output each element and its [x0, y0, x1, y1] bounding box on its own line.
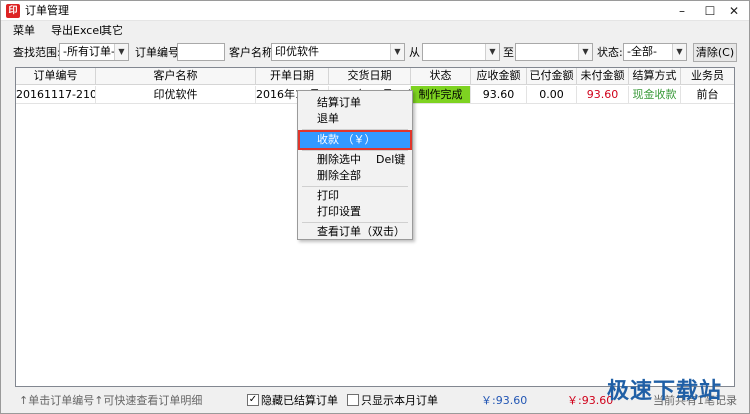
this-month-label[interactable]: 只显示本月订单 [361, 394, 438, 408]
column-header[interactable]: 状态 [411, 68, 471, 85]
chevron-down-icon[interactable]: ▼ [672, 44, 686, 60]
menu-item-print[interactable]: 打印 [300, 188, 410, 204]
receivable-cell[interactable]: 93.60 [471, 86, 527, 104]
menu-separator [302, 222, 408, 223]
customer-cell[interactable]: 印优软件 [96, 86, 256, 104]
context-menu: 结算订单 退单 收款 （￥） 删除选中 Del键 删除全部 打印 打印设置 查看… [297, 90, 413, 240]
close-button[interactable]: ✕ [719, 1, 749, 21]
scope-select-value: -所有订单- [63, 45, 115, 58]
paid-cell[interactable]: 0.00 [527, 86, 577, 104]
total-receivable: ￥:93.60 [481, 394, 528, 407]
status-cell[interactable]: 制作完成 [411, 86, 471, 104]
hide-settled-label[interactable]: 隐藏已结算订单 [261, 394, 338, 408]
to-label: 至 [503, 46, 514, 59]
shortcut-label: Del键 [376, 153, 406, 166]
this-month-checkbox[interactable] [347, 394, 359, 406]
minimize-button[interactable]: – [667, 1, 697, 21]
watermark-logo: 极速下载站 [607, 379, 723, 404]
menu-item-menu[interactable]: 菜单 [13, 24, 35, 38]
column-header[interactable]: 业务员 [681, 68, 734, 85]
order-no-cell[interactable]: 20161117-210 [16, 86, 96, 104]
app-icon: 印 [6, 4, 20, 18]
chevron-down-icon[interactable]: ▼ [578, 44, 592, 60]
customer-select[interactable]: 印优软件 ▼ [271, 43, 405, 61]
column-header[interactable]: 应收金额 [471, 68, 527, 85]
table-header: 订单编号 客户名称 开单日期 交货日期 状态 应收金额 已付金额 未付金额 结算… [16, 68, 734, 85]
order-no-input[interactable] [177, 43, 225, 61]
chevron-down-icon[interactable]: ▼ [485, 44, 499, 60]
hint-text: ↑单击订单编号↑可快速查看订单明细 [19, 394, 203, 407]
column-header[interactable]: 交货日期 [329, 68, 411, 85]
status-label: 状态: [597, 46, 623, 59]
menu-item-other[interactable]: 其它 [101, 24, 123, 38]
menu-item-export-excel[interactable]: 导出Excel [51, 24, 102, 38]
menu-item-cancel-order[interactable]: 退单 [300, 111, 410, 127]
scope-label: 查找范围: [13, 46, 61, 59]
customer-label: 客户名称: [229, 46, 277, 59]
unpaid-cell[interactable]: 93.60 [577, 86, 629, 104]
salesperson-cell[interactable]: 前台 [681, 86, 734, 104]
chevron-down-icon[interactable]: ▼ [390, 44, 404, 60]
column-header[interactable]: 客户名称 [96, 68, 256, 85]
title-bar: 印 订单管理 – ☐ ✕ [1, 1, 749, 21]
column-header[interactable]: 订单编号 [16, 68, 96, 85]
menu-item-delete-selected[interactable]: 删除选中 Del键 [300, 152, 410, 168]
order-no-label: 订单编号: [135, 46, 183, 59]
order-management-window: 印 订单管理 – ☐ ✕ 菜单 导出Excel 其它 查找范围: -所有订单- … [0, 0, 750, 414]
menu-item-receive-payment[interactable]: 收款 （￥） [298, 130, 412, 150]
filter-toolbar: 查找范围: -所有订单- ▼ 订单编号: 客户名称: 印优软件 ▼ 从 ▼ 至 … [1, 41, 749, 65]
from-date-picker[interactable]: ▼ [422, 43, 500, 61]
menu-item-label: 删除选中 [317, 153, 361, 166]
hide-settled-checkbox[interactable]: ✓ [247, 394, 259, 406]
column-header[interactable]: 已付金额 [527, 68, 577, 85]
window-title: 订单管理 [25, 4, 69, 17]
column-header[interactable]: 开单日期 [256, 68, 329, 85]
menu-item-print-settings[interactable]: 打印设置 [300, 204, 410, 220]
menu-separator [302, 186, 408, 187]
settlement-cell[interactable]: 现金收款 [629, 86, 681, 104]
menu-item-view-order[interactable]: 查看订单（双击） [300, 224, 410, 240]
clear-button[interactable]: 清除(C) [693, 43, 737, 62]
menu-bar: 菜单 导出Excel 其它 [1, 21, 749, 41]
column-header[interactable]: 结算方式 [629, 68, 681, 85]
status-select-value: -全部- [627, 45, 657, 58]
customer-select-value: 印优软件 [275, 45, 319, 58]
to-date-picker[interactable]: ▼ [515, 43, 593, 61]
menu-item-delete-all[interactable]: 删除全部 [300, 168, 410, 184]
menu-separator [302, 150, 408, 151]
column-header[interactable]: 未付金额 [577, 68, 629, 85]
menu-separator [302, 129, 408, 130]
scope-select[interactable]: -所有订单- ▼ [59, 43, 129, 61]
status-select[interactable]: -全部- ▼ [623, 43, 687, 61]
chevron-down-icon[interactable]: ▼ [114, 44, 128, 60]
menu-item-settle-order[interactable]: 结算订单 [300, 95, 410, 111]
from-label: 从 [409, 46, 420, 59]
